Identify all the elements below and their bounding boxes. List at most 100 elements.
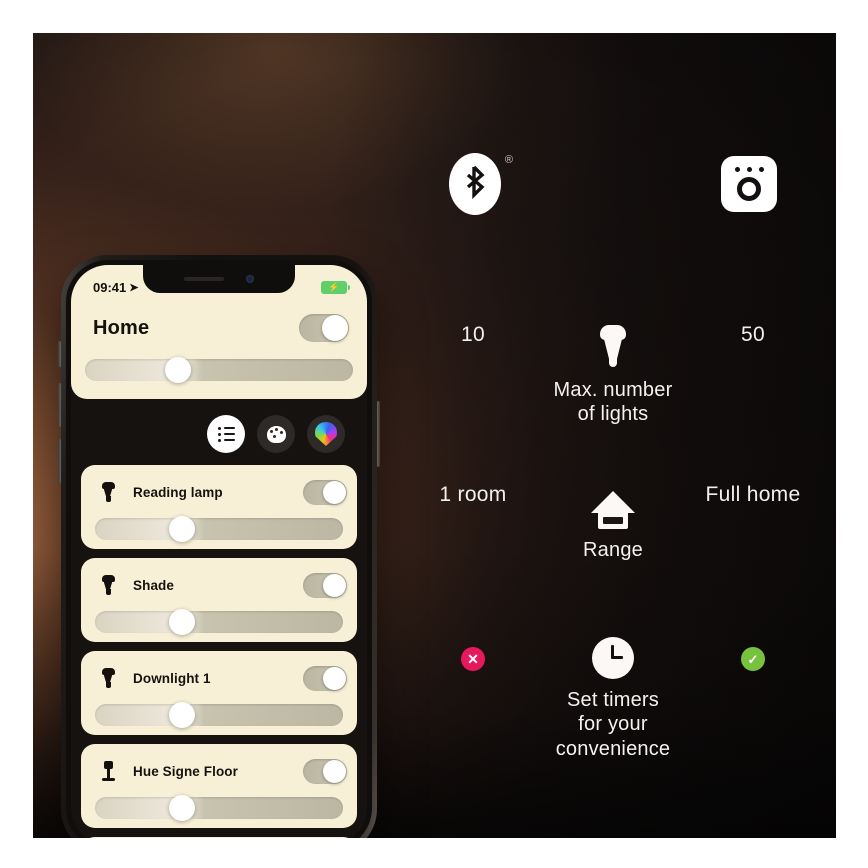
- feature-row-range: 1 room Range Full home: [403, 483, 823, 562]
- phone-mockup: 09:41 ➤ ⚡ Home Reading lamp Shade Downli…: [58, 255, 380, 838]
- bluetooth-range-value: 1 room: [439, 483, 507, 506]
- feature-left-value-cell: 1 room: [403, 483, 543, 507]
- status-bar-time-group: 09:41 ➤: [93, 280, 138, 295]
- color-droplet-icon: [315, 422, 337, 446]
- clock-icon: [592, 633, 634, 679]
- feature-row-max-lights: 10 Max. number of lights 50: [403, 323, 823, 427]
- light-toggle[interactable]: [303, 758, 347, 784]
- status-badge-supported: ✓: [741, 647, 765, 671]
- light-card-header: Reading lamp: [81, 475, 357, 509]
- light-card[interactable]: Downlight 1: [81, 651, 357, 735]
- feature-row-timers: ✕ Set timers for your convenience ✓: [403, 633, 823, 761]
- palette-icon: [266, 425, 286, 443]
- toggle-knob: [322, 315, 348, 341]
- light-card-header: Shade: [81, 568, 357, 602]
- spotlight-icon: [95, 482, 121, 502]
- phone-notch: [143, 265, 295, 293]
- light-name: Shade: [133, 577, 175, 593]
- slider-knob[interactable]: [168, 702, 195, 728]
- phone-volume-down-button[interactable]: [58, 439, 61, 483]
- technology-logos-row: ®: [403, 153, 823, 215]
- registered-trademark-mark: ®: [504, 154, 513, 166]
- light-brightness-wrap: [81, 788, 357, 821]
- light-name: Reading lamp: [133, 484, 223, 500]
- hue-bridge-icon: [721, 156, 777, 212]
- slider-knob[interactable]: [168, 516, 195, 542]
- spotlight-icon: [95, 575, 121, 595]
- list-icon: [217, 426, 235, 442]
- light-brightness-wrap: [81, 695, 357, 728]
- bulb-icon: [600, 323, 626, 369]
- light-name: Downlight 1: [133, 670, 211, 686]
- slider-knob[interactable]: [168, 609, 195, 635]
- feature-label-range: Range: [583, 539, 643, 561]
- light-brightness-slider[interactable]: [95, 795, 343, 821]
- bluetooth-logo-wrap: ®: [449, 153, 513, 215]
- battery-charging-icon: ⚡: [321, 280, 350, 294]
- phone-bezel: 09:41 ➤ ⚡ Home Reading lamp Shade Downli…: [66, 260, 372, 838]
- light-toggle[interactable]: [303, 479, 347, 505]
- comparison-panel: ® 10 Max. number of lights 50 1 room Ran…: [403, 93, 823, 783]
- light-toggle[interactable]: [303, 572, 347, 598]
- home-master-toggle[interactable]: [299, 314, 349, 342]
- phone-volume-up-button[interactable]: [58, 383, 61, 427]
- bridge-max-lights-value: 50: [741, 323, 765, 346]
- light-brightness-slider[interactable]: [95, 609, 343, 635]
- phone-silent-switch[interactable]: [58, 341, 61, 367]
- phone-screen: 09:41 ➤ ⚡ Home Reading lamp Shade Downli…: [71, 265, 367, 838]
- light-brightness-wrap: [81, 602, 357, 635]
- charging-bolt-glyph: ⚡: [328, 281, 340, 292]
- feature-right-value-cell: Full home: [683, 483, 823, 507]
- floor-lamp-icon: [95, 760, 121, 782]
- bluetooth-max-lights-value: 10: [461, 323, 485, 346]
- bridge-button-ring: [737, 177, 761, 201]
- home-header-card: 09:41 ➤ ⚡ Home: [71, 265, 367, 399]
- scenes-button[interactable]: [257, 415, 295, 453]
- feature-left-value-cell: 10: [403, 323, 543, 347]
- light-card-header: Hue Signe Floor: [81, 754, 357, 788]
- light-card-header: Downlight 1: [81, 661, 357, 695]
- toggle-knob: [323, 759, 346, 783]
- feature-right-value-cell: ✓: [683, 633, 823, 671]
- light-name: Hue Signe Floor: [133, 763, 239, 779]
- bluetooth-icon: [449, 153, 501, 215]
- light-card[interactable]: Hue Flourish: [81, 837, 357, 838]
- front-camera: [246, 275, 254, 283]
- status-badge-unsupported: ✕: [461, 647, 485, 671]
- page-title: Home: [93, 316, 150, 339]
- feature-center-cell: Range: [543, 483, 683, 562]
- feature-right-value-cell: 50: [683, 323, 823, 347]
- status-bar-time: 09:41: [93, 279, 127, 295]
- light-toggle[interactable]: [303, 665, 347, 691]
- promo-stage: ® 10 Max. number of lights 50 1 room Ran…: [33, 33, 836, 838]
- feature-left-value-cell: ✕: [403, 633, 543, 671]
- feature-label-timers: Set timers for your convenience: [555, 689, 671, 760]
- toggle-knob: [323, 573, 346, 597]
- earpiece-speaker: [184, 277, 224, 281]
- slider-knob[interactable]: [168, 795, 195, 821]
- house-icon: [591, 483, 635, 529]
- list-view-button[interactable]: [207, 415, 245, 453]
- slider-knob[interactable]: [165, 357, 192, 383]
- home-title-row: Home: [71, 303, 367, 349]
- toggle-knob: [323, 666, 346, 690]
- location-arrow-icon: ➤: [129, 281, 139, 294]
- light-card[interactable]: Hue Signe Floor: [81, 744, 357, 828]
- feature-center-cell: Set timers for your convenience: [543, 633, 683, 761]
- view-mode-buttons: [71, 399, 367, 465]
- light-brightness-slider[interactable]: [95, 702, 343, 728]
- light-brightness-wrap: [81, 509, 357, 542]
- phone-power-button[interactable]: [377, 401, 380, 467]
- bridge-range-value: Full home: [705, 483, 801, 506]
- home-brightness-slider-wrap: [71, 349, 367, 383]
- color-picker-button[interactable]: [307, 415, 345, 453]
- light-brightness-slider[interactable]: [95, 516, 343, 542]
- home-brightness-slider[interactable]: [85, 357, 353, 383]
- light-card[interactable]: Reading lamp: [81, 465, 357, 549]
- spotlight-icon: [95, 668, 121, 688]
- bridge-indicator-dots: [734, 167, 764, 172]
- feature-center-cell: Max. number of lights: [543, 323, 683, 427]
- toggle-knob: [323, 480, 346, 504]
- feature-label-max-lights: Max. number of lights: [553, 379, 673, 426]
- light-card[interactable]: Shade: [81, 558, 357, 642]
